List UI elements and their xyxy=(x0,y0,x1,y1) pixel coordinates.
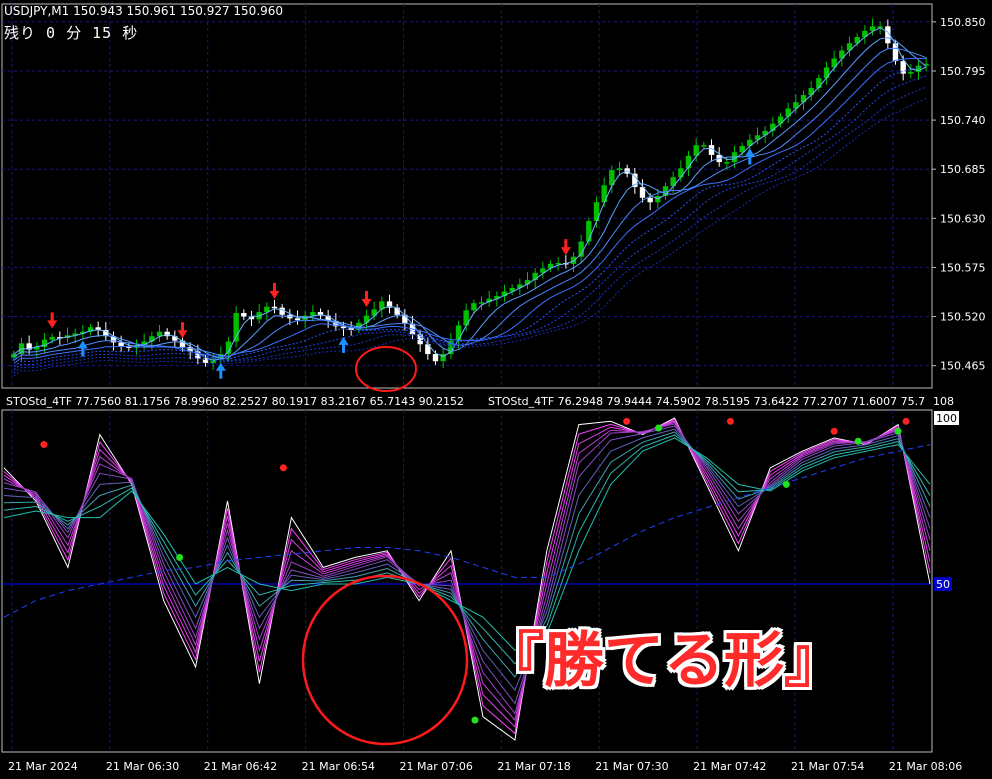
indicator-label-1: STOStd_4TF 77.7560 81.1756 78.9960 82.25… xyxy=(6,395,465,408)
candle-body xyxy=(678,168,684,178)
red-dot-marker xyxy=(726,417,734,425)
y-tick-label: 150.685 xyxy=(940,163,986,176)
candle-body xyxy=(724,162,730,164)
y-tick-label: 150.465 xyxy=(940,360,986,373)
buy-arrow-icon xyxy=(77,340,88,357)
winning-shape-annotation: 『勝てる形』 xyxy=(484,626,844,696)
candle-body xyxy=(49,337,55,340)
red-dot-marker xyxy=(902,417,910,425)
green-dot-marker xyxy=(782,480,790,488)
candle-body xyxy=(762,130,768,136)
candle-body xyxy=(823,67,830,79)
indicator-label-2: STOStd_4TF 76.2948 79.9444 74.5902 78.51… xyxy=(488,395,926,408)
red-dot-marker xyxy=(279,464,287,472)
x-tick-label: 21 Mar 07:06 xyxy=(399,760,472,773)
green-dot-marker xyxy=(655,424,663,432)
ma-ribbon-line xyxy=(13,57,927,364)
candle-body xyxy=(647,197,653,203)
green-dot-marker xyxy=(894,427,902,435)
countdown-timer: 残り 0 分 15 秒 xyxy=(4,24,139,42)
candle-body xyxy=(241,312,247,317)
highlight-circle-indicator xyxy=(301,574,469,746)
ma-ribbon-line xyxy=(13,86,927,374)
x-tick-label: 21 Mar 06:30 xyxy=(106,760,179,773)
candle-body xyxy=(471,303,477,311)
x-tick-label: 21 Mar 07:18 xyxy=(497,760,570,773)
candle-body xyxy=(908,71,914,74)
y-tick-label: 150.850 xyxy=(940,16,986,29)
candle-body xyxy=(294,318,301,321)
candle-body xyxy=(701,145,707,147)
x-tick-label: 21 Mar 06:42 xyxy=(204,760,277,773)
y-tick-label: 150.740 xyxy=(940,114,986,127)
y-tick-label: 150.795 xyxy=(940,65,986,78)
candle-body xyxy=(432,354,439,362)
candle-body xyxy=(271,306,278,309)
indicator-y-tick-label: 50 xyxy=(936,578,950,591)
y-tick-label: 150.630 xyxy=(940,212,986,225)
y-tick-label: 150.575 xyxy=(940,261,986,274)
candle-body xyxy=(777,116,784,124)
candle-body xyxy=(785,108,791,117)
candle-body xyxy=(616,168,623,171)
green-dot-marker xyxy=(176,553,184,561)
ma-ribbon-line xyxy=(13,37,927,360)
candle-body xyxy=(570,256,577,264)
sell-arrow-icon xyxy=(560,239,571,256)
indicator-panel-frame xyxy=(1,409,933,753)
main-panel-frame xyxy=(1,3,933,389)
x-tick-label: 21 Mar 2024 xyxy=(8,760,78,773)
sell-arrow-icon xyxy=(47,312,58,329)
red-dot-marker xyxy=(40,441,48,449)
ma-ribbon-line xyxy=(13,27,927,361)
candle-body xyxy=(808,87,814,96)
candle-body xyxy=(892,43,899,62)
indicator-right-label: 108 xyxy=(933,395,954,408)
red-dot-marker xyxy=(830,427,838,435)
green-dot-marker xyxy=(471,716,479,724)
y-tick-label: 150.520 xyxy=(940,311,986,324)
candle-body xyxy=(800,95,807,103)
red-dot-marker xyxy=(623,417,631,425)
x-tick-label: 21 Mar 07:42 xyxy=(693,760,766,773)
sell-arrow-icon xyxy=(361,290,372,307)
green-dot-marker xyxy=(854,437,862,445)
symbol-line: USDJPY,M1 150.943 150.961 150.927 150.96… xyxy=(4,4,284,18)
x-tick-label: 21 Mar 08:06 xyxy=(889,760,962,773)
highlight-circle-main xyxy=(355,346,417,392)
x-tick-label: 21 Mar 07:30 xyxy=(595,760,668,773)
sell-arrow-icon xyxy=(269,282,280,299)
buy-arrow-icon xyxy=(744,148,755,165)
candle-body xyxy=(394,307,400,315)
sell-arrow-icon xyxy=(177,322,188,339)
candle-body xyxy=(156,331,163,337)
candle-body xyxy=(455,325,462,341)
x-tick-label: 21 Mar 06:54 xyxy=(302,760,375,773)
indicator-y-tick-label: 100 xyxy=(936,412,957,425)
candle-body xyxy=(478,302,485,304)
ma-ribbon-line xyxy=(13,47,927,361)
x-tick-label: 21 Mar 07:54 xyxy=(791,760,864,773)
